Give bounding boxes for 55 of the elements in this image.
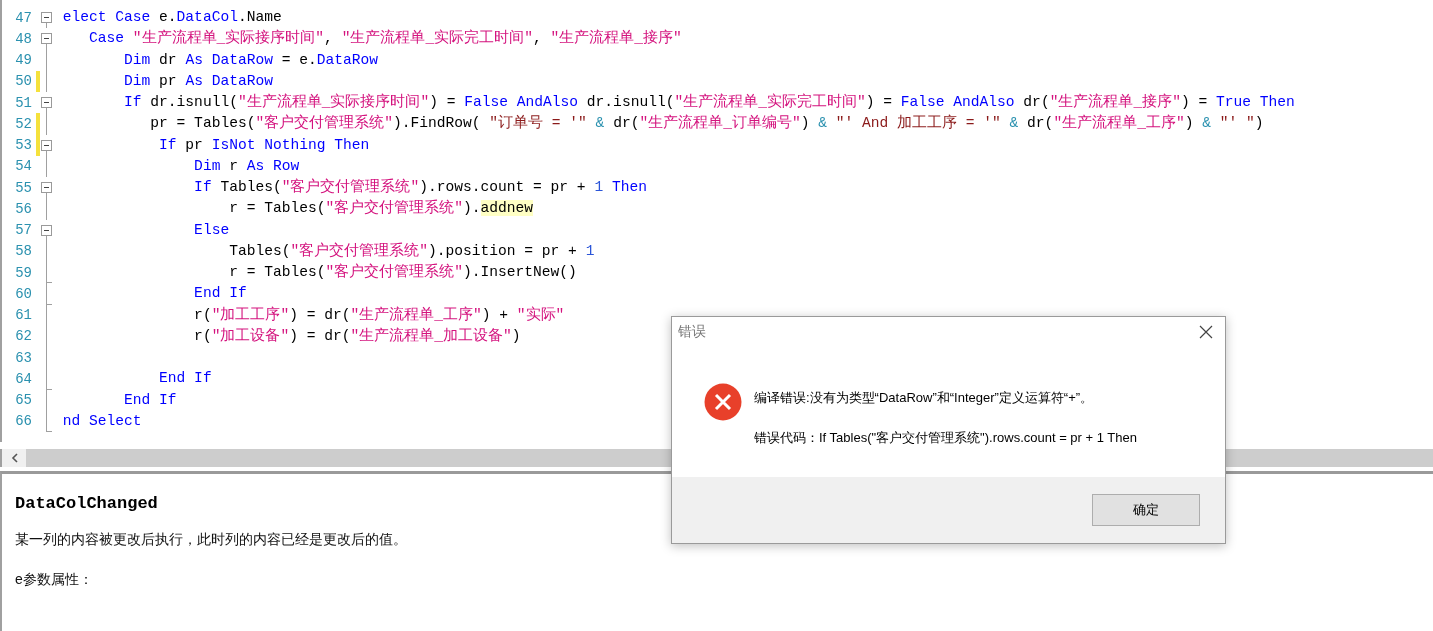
- code-line: r("加工工序") = dr("生产流程单_工序") + "实际": [193, 305, 565, 325]
- line-number: 51: [14, 94, 33, 111]
- code-line: r("加工设备") = dr("生产流程单_加工设备"): [193, 326, 521, 346]
- line-number: 65: [14, 392, 33, 409]
- collapse-icon[interactable]: [41, 97, 52, 108]
- code-line: r = Tables("客户交付管理系统").addnew: [228, 198, 534, 219]
- code-line: Tables("客户交付管理系统").position = pr + 1: [228, 241, 595, 261]
- code-line: End If: [158, 369, 212, 389]
- line-number: 53: [14, 137, 33, 154]
- code-line: End If: [193, 284, 247, 304]
- code-line: If pr IsNot Nothing Then: [158, 135, 370, 155]
- line-number: 49: [14, 52, 33, 69]
- line-number: 60: [14, 285, 33, 302]
- line-number: 61: [14, 307, 33, 324]
- line-number: 48: [14, 30, 33, 47]
- collapse-icon[interactable]: [41, 139, 52, 151]
- ok-button[interactable]: 确定: [1092, 494, 1200, 526]
- code-line: If dr.isnull("生产流程单_实际接序时间") = False AndAlso dr.isnull("生产流程单_实际完工时间") = False AndAlso dr("生产流程单_接序") = True Then: [123, 92, 1295, 113]
- line-number: 55: [14, 179, 33, 196]
- code-line: Dim dr As DataRow = e.DataRow: [123, 50, 379, 70]
- close-icon[interactable]: [1199, 325, 1213, 339]
- error-icon: [704, 383, 742, 421]
- line-number: 50: [14, 73, 33, 90]
- line-number: 56: [14, 200, 33, 217]
- code-line: If Tables("客户交付管理系统").rows.count = pr + 1 Then: [193, 177, 647, 198]
- code-line: End If: [123, 390, 177, 410]
- parameters-heading: e参数属性：: [15, 571, 93, 589]
- dialog-title: 错误: [678, 323, 706, 341]
- line-number: 54: [14, 158, 33, 175]
- code-line: Else: [193, 220, 230, 240]
- event-title: DataColChanged: [15, 494, 158, 513]
- code-line: elect Case e.DataCol.Name: [61, 8, 282, 28]
- collapse-icon[interactable]: [41, 224, 52, 236]
- code-line: nd Select: [61, 411, 142, 431]
- code-line: pr = Tables("客户交付管理系统").FindRow( "订单号 = '" & dr("生产流程单_订单编号") & "' And 加工工序 = '" & dr("生产流程单_工序") & "' "): [149, 113, 1264, 134]
- line-number: 47: [14, 9, 33, 26]
- collapse-icon[interactable]: [41, 33, 52, 45]
- line-number: 66: [14, 413, 33, 430]
- event-description: 某一列的内容被更改后执行，此时列的内容已经是更改后的值。: [15, 531, 407, 549]
- error-code: 错误代码：If Tables("客户交付管理系统").rows.count = pr + 1 Then: [754, 429, 1137, 447]
- line-number: 58: [14, 243, 33, 260]
- collapse-icon[interactable]: [41, 182, 52, 193]
- line-number: 64: [14, 370, 33, 387]
- line-number: 52: [14, 115, 33, 132]
- collapse-icon[interactable]: [41, 12, 52, 23]
- error-message: 编译错误:没有为类型“DataRow”和“Integer”定义运算符“+”。: [754, 389, 1095, 407]
- line-number: 57: [14, 222, 33, 239]
- code-line: Case "生产流程单_实际接序时间", "生产流程单_实际完工时间", "生产流程单_接序": [88, 28, 682, 49]
- line-number: 63: [14, 349, 33, 366]
- chevron-left-icon: [10, 453, 18, 463]
- line-number: 59: [14, 264, 33, 281]
- code-line: r = Tables("客户交付管理系统").InsertNew(): [228, 262, 577, 283]
- code-line: Dim pr As DataRow: [123, 71, 273, 91]
- line-number: 62: [14, 328, 33, 345]
- code-line: Dim r As Row: [193, 156, 300, 176]
